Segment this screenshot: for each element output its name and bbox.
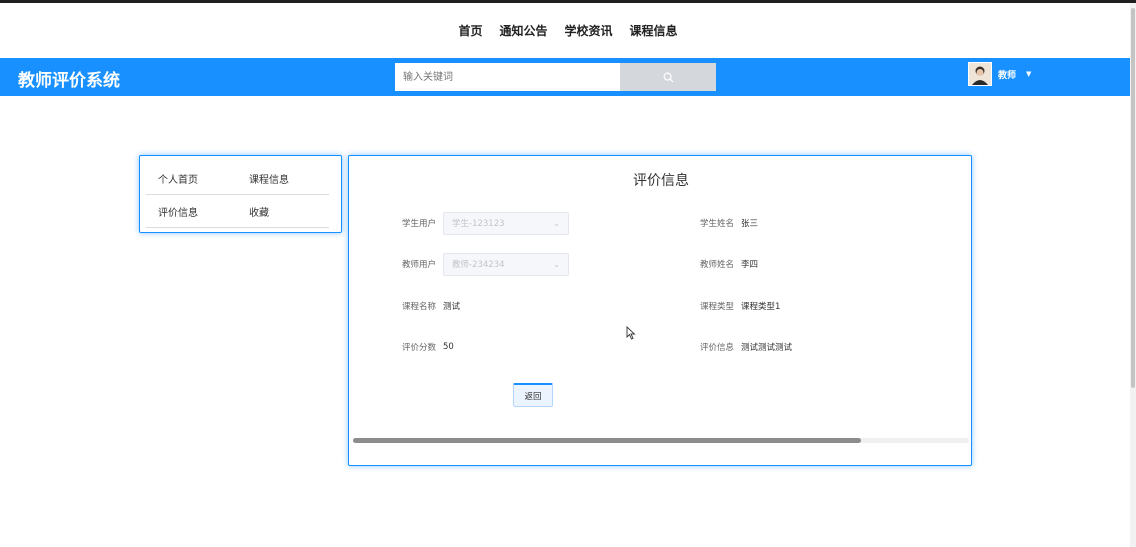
user-menu[interactable]: 教师 ▼	[968, 62, 1031, 86]
score-label: 评价分数	[401, 343, 436, 353]
teacher-user-field: 教师用户 教师-234234 ⌄	[396, 252, 569, 276]
student-user-select: 学生-123123 ⌄	[443, 211, 569, 235]
user-avatar-icon	[969, 63, 991, 85]
evaluation-info-value: 测试测试测试	[741, 343, 793, 353]
chevron-down-icon: ⌄	[553, 259, 560, 269]
student-name-value: 张三	[741, 219, 759, 229]
sidebar-item-evaluation[interactable]: 评价信息	[146, 204, 237, 219]
teacher-user-value: 教师-234234	[452, 260, 505, 270]
evaluation-info-field: 评价信息 测试测试测试	[694, 335, 792, 359]
score-field: 评价分数 50	[396, 335, 454, 359]
sidebar-item-favorites[interactable]: 收藏	[237, 204, 328, 219]
chevron-down-icon: ⌄	[553, 218, 560, 228]
teacher-user-label: 教师用户	[401, 260, 436, 270]
score-value: 50	[443, 342, 454, 352]
student-name-field: 学生姓名 张三	[694, 211, 758, 235]
course-type-value: 课程类型1	[741, 302, 781, 312]
sidebar-row: 个人首页 课程信息	[146, 162, 329, 195]
sidebar-item-course-info[interactable]: 课程信息	[237, 171, 328, 186]
student-name-label: 学生姓名	[699, 219, 734, 229]
horizontal-scrollbar-thumb[interactable]	[353, 438, 861, 443]
header-bar: 教师评价系统 教师 ▼	[0, 58, 1130, 96]
brand-title: 教师评价系统	[18, 71, 120, 91]
course-name-field: 课程名称 测试	[396, 294, 460, 318]
search-button[interactable]	[620, 63, 716, 91]
window-top-border	[0, 0, 1136, 3]
sidebar-row: 评价信息 收藏	[146, 195, 329, 228]
teacher-name-label: 教师姓名	[699, 260, 734, 270]
mouse-cursor-icon	[626, 326, 636, 340]
course-name-label: 课程名称	[401, 302, 436, 312]
nav-notices[interactable]: 通知公告	[499, 22, 547, 39]
avatar[interactable]	[968, 62, 992, 86]
teacher-name-field: 教师姓名 李四	[694, 252, 758, 276]
user-name[interactable]: 教师	[998, 68, 1016, 81]
page-title: 评价信息	[633, 173, 689, 189]
search-input[interactable]	[395, 63, 620, 91]
course-type-label: 课程类型	[699, 302, 734, 312]
evaluation-panel: 评价信息 学生用户 学生-123123 ⌄ 学生姓名 张三 教师用户 教师-23…	[348, 155, 972, 466]
back-button[interactable]: 返回	[513, 383, 553, 407]
student-user-value: 学生-123123	[452, 219, 505, 229]
student-user-label: 学生用户	[401, 219, 436, 229]
teacher-name-value: 李四	[741, 260, 759, 270]
nav-home[interactable]: 首页	[458, 22, 482, 39]
course-type-field: 课程类型 课程类型1	[694, 294, 780, 318]
teacher-user-select: 教师-234234 ⌄	[443, 252, 569, 276]
page-scrollbar[interactable]	[1130, 3, 1136, 547]
course-name-value: 测试	[443, 302, 461, 312]
horizontal-scrollbar[interactable]	[353, 438, 969, 443]
nav-school-news[interactable]: 学校资讯	[565, 22, 613, 39]
sidebar-menu: 个人首页 课程信息 评价信息 收藏	[139, 155, 342, 233]
nav-course-info[interactable]: 课程信息	[630, 22, 678, 39]
page-scrollbar-thumb[interactable]	[1131, 8, 1135, 388]
search-icon	[663, 72, 674, 83]
student-user-field: 学生用户 学生-123123 ⌄	[396, 211, 569, 235]
sidebar-item-home[interactable]: 个人首页	[146, 171, 237, 186]
evaluation-info-label: 评价信息	[699, 343, 734, 353]
sidebar-grid: 个人首页 课程信息 评价信息 收藏	[146, 162, 329, 228]
top-navigation: 首页 通知公告 学校资讯 课程信息	[0, 22, 1136, 39]
caret-down-icon[interactable]: ▼	[1026, 70, 1031, 78]
